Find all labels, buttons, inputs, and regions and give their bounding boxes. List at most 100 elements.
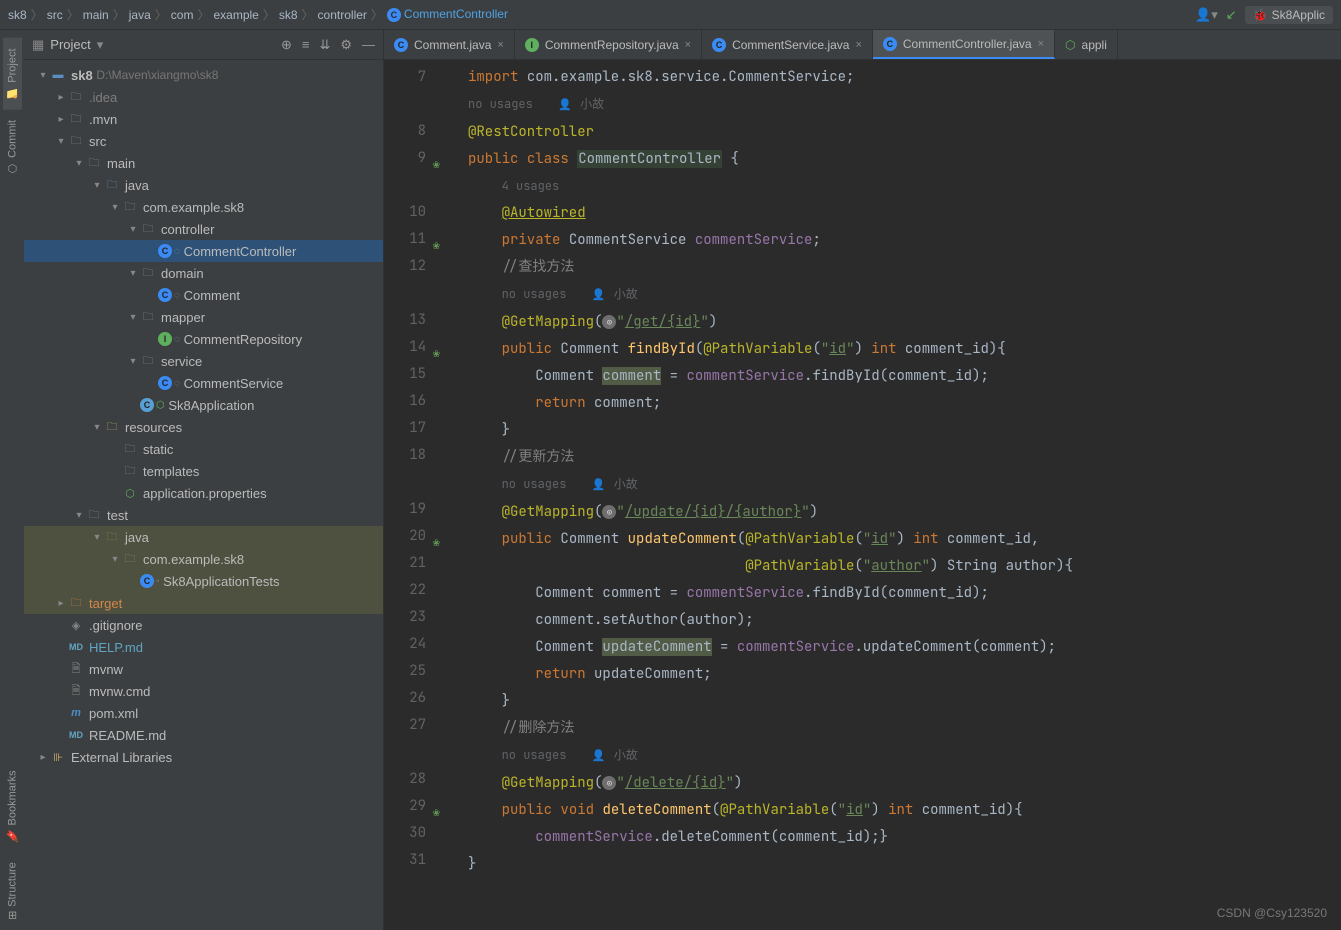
line-gutter[interactable]: 7 8 9 ❀ 10 11 ❀ 12 13 14 ❀ 15 16 17 18 1… [384, 60, 444, 930]
crumb[interactable]: sk8 [279, 8, 298, 22]
expand-icon[interactable]: ≡ [302, 37, 310, 53]
mapping-icon[interactable]: ⊙ [602, 776, 616, 790]
tree-main[interactable]: ▾🗀main [24, 152, 383, 174]
tree-test[interactable]: ▾🗀test [24, 504, 383, 526]
properties-icon: ⬡ [122, 485, 138, 501]
crumb-class[interactable]: CommentController [404, 7, 508, 21]
markdown-icon: MD [68, 639, 84, 655]
breadcrumb[interactable]: sk8〉 src〉 main〉 java〉 com〉 example〉 sk8〉… [8, 6, 508, 23]
close-icon[interactable]: × [497, 39, 503, 51]
spring-icon[interactable]: ❀ [426, 529, 440, 543]
project-tree[interactable]: ▾▬sk8 D:\Maven\xiangmo\sk8 ▸🗀.idea ▸🗀.mv… [24, 60, 383, 930]
package-icon: 🗀 [122, 199, 138, 215]
tab-controller[interactable]: CCommentController.java× [873, 30, 1055, 59]
interface-icon: I [158, 332, 172, 346]
tree-helpmd[interactable]: MDHELP.md [24, 636, 383, 658]
tree-package[interactable]: ▾🗀com.example.sk8 [24, 196, 383, 218]
tree-mvnw[interactable]: 🗎mvnw [24, 658, 383, 680]
tree-pom[interactable]: mpom.xml [24, 702, 383, 724]
user-icon[interactable]: 👤▾ [1195, 7, 1218, 23]
tree-comment-controller[interactable]: C◌ CommentController [24, 240, 383, 262]
rail-tab-project[interactable]: 📁Project [3, 38, 22, 110]
mapping-icon[interactable]: ⊙ [602, 315, 616, 329]
crumb[interactable]: controller [318, 8, 367, 22]
class-icon: C [140, 398, 154, 412]
tree-controller[interactable]: ▾🗀controller [24, 218, 383, 240]
rail-tab-commit[interactable]: ⬡Commit [3, 110, 22, 185]
tree-domain[interactable]: ▾🗀domain [24, 262, 383, 284]
class-icon: C [883, 37, 897, 51]
spring-bean-icon: ◌ [174, 246, 180, 257]
rail-tab-structure[interactable]: ⊞Structure [3, 852, 22, 930]
hide-icon[interactable]: — [362, 37, 375, 53]
close-icon[interactable]: × [685, 39, 691, 51]
tree-templates[interactable]: 🗀templates [24, 460, 383, 482]
fold-gutter[interactable] [444, 60, 460, 930]
collapse-icon[interactable]: ⇊ [319, 37, 330, 53]
tree-app-props[interactable]: ⬡application.properties [24, 482, 383, 504]
tab-comment[interactable]: CComment.java× [384, 30, 515, 59]
tree-src[interactable]: ▾🗀src [24, 130, 383, 152]
package-icon: 🗀 [140, 221, 156, 237]
interface-icon: I [525, 38, 539, 52]
select-opened-icon[interactable]: ⊕ [281, 37, 292, 53]
tree-sk8-tests[interactable]: C◦ Sk8ApplicationTests [24, 570, 383, 592]
tree-java[interactable]: ▾🗀java [24, 174, 383, 196]
tree-comment-repo[interactable]: I◌ CommentRepository [24, 328, 383, 350]
close-icon[interactable]: × [1038, 38, 1044, 50]
spring-icon[interactable]: ❀ [426, 799, 440, 813]
rail-tab-bookmarks[interactable]: 🔖Bookmarks [3, 760, 22, 852]
crumb[interactable]: src [47, 8, 63, 22]
mapping-icon[interactable]: ⊙ [602, 505, 616, 519]
tree-mvn[interactable]: ▸🗀.mvn [24, 108, 383, 130]
tree-ext-libs[interactable]: ▸⊪External Libraries [24, 746, 383, 768]
class-icon: C [387, 8, 401, 22]
spring-icon[interactable]: ❀ [426, 340, 440, 354]
project-icon: ▦ [32, 37, 44, 53]
file-icon: 🗎 [68, 683, 84, 699]
tab-appli[interactable]: ⬡appli [1055, 30, 1118, 59]
tree-target[interactable]: ▸🗀target [24, 592, 383, 614]
package-icon: 🗀 [140, 353, 156, 369]
tree-service[interactable]: ▾🗀service [24, 350, 383, 372]
close-icon[interactable]: × [855, 39, 861, 51]
sidebar-title[interactable]: Project [50, 37, 90, 52]
tree-mvnwcmd[interactable]: 🗎mvnw.cmd [24, 680, 383, 702]
watermark: CSDN @Csy123520 [1217, 906, 1327, 920]
sync-icon[interactable]: ↙ [1226, 7, 1237, 23]
code-content[interactable]: import com.example.sk8.service.CommentSe… [460, 60, 1341, 930]
tree-root[interactable]: ▾▬sk8 D:\Maven\xiangmo\sk8 [24, 64, 383, 86]
tree-resources[interactable]: ▾🗀resources [24, 416, 383, 438]
tree-comment-class[interactable]: C◌ Comment [24, 284, 383, 306]
spring-icon[interactable]: ❀ [426, 232, 440, 246]
class-icon: C [158, 376, 172, 390]
spring-icon[interactable]: ❀ [426, 151, 440, 165]
resources-folder-icon: 🗀 [104, 419, 120, 435]
class-icon: C [158, 288, 172, 302]
file-icon: 🗎 [68, 661, 84, 677]
run-config-selector[interactable]: 🐞 Sk8Applic [1245, 6, 1333, 24]
tree-static[interactable]: 🗀static [24, 438, 383, 460]
tree-test-java[interactable]: ▾🗀java [24, 526, 383, 548]
test-folder-icon: 🗀 [104, 529, 120, 545]
code-editor[interactable]: 7 8 9 ❀ 10 11 ❀ 12 13 14 ❀ 15 16 17 18 1… [384, 60, 1341, 930]
crumb[interactable]: com [171, 8, 194, 22]
crumb[interactable]: sk8 [8, 8, 27, 22]
settings-icon[interactable]: ⚙ [340, 37, 352, 53]
gitignore-icon: ◈ [68, 617, 84, 633]
folder-icon: 🗀 [68, 89, 84, 105]
tab-repo[interactable]: ICommentRepository.java× [515, 30, 702, 59]
tree-test-pkg[interactable]: ▾🗀com.example.sk8 [24, 548, 383, 570]
tree-gitignore[interactable]: ◈.gitignore [24, 614, 383, 636]
tree-sk8-app[interactable]: C⬡ Sk8Application [24, 394, 383, 416]
tree-readme[interactable]: MDREADME.md [24, 724, 383, 746]
crumb[interactable]: example [213, 8, 258, 22]
tree-comment-service[interactable]: C◌ CommentService [24, 372, 383, 394]
tree-mapper[interactable]: ▾🗀mapper [24, 306, 383, 328]
sidebar-header: ▦ Project ▾ ⊕ ≡ ⇊ ⚙ — [24, 30, 383, 60]
tab-service[interactable]: CCommentService.java× [702, 30, 873, 59]
crumb[interactable]: java [129, 8, 151, 22]
crumb[interactable]: main [83, 8, 109, 22]
dropdown-icon[interactable]: ▾ [97, 37, 104, 53]
tree-idea[interactable]: ▸🗀.idea [24, 86, 383, 108]
